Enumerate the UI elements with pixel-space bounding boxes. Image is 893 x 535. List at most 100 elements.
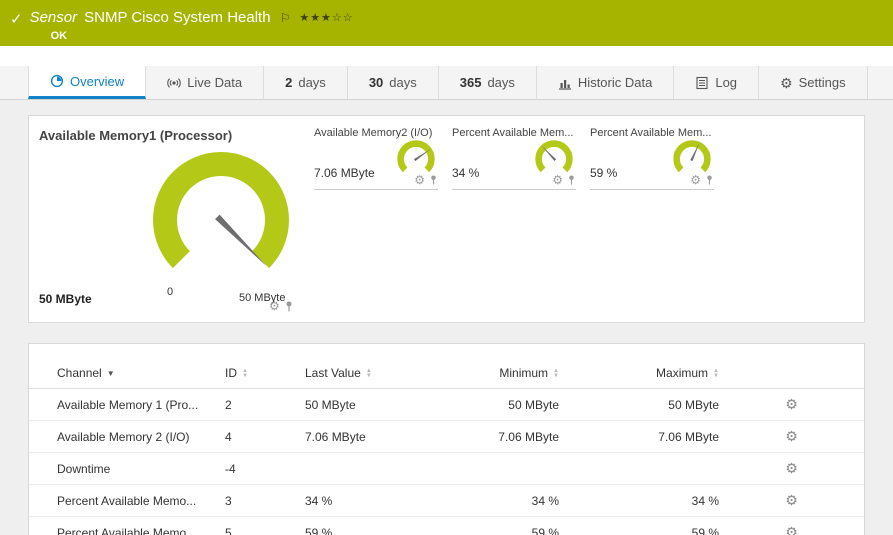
- object-type-label: Sensor: [30, 9, 78, 26]
- historic-data-icon: [558, 76, 572, 90]
- maximum-cell: 50 MByte: [559, 389, 719, 421]
- table-row[interactable]: Percent Available Memo... 5 59 % 59 % 59…: [29, 517, 864, 535]
- tab-label: Live Data: [187, 75, 242, 90]
- channel-settings-icon[interactable]: ⚙: [785, 396, 798, 412]
- small-gauge-block: Available Memory2 (I/O) 7.06 MByte ⚙: [314, 124, 438, 190]
- gauge-gear-icon[interactable]: ⚙: [414, 174, 425, 186]
- minimum-cell: 59 %: [409, 517, 559, 535]
- sensor-title: SNMP Cisco System Health: [84, 9, 270, 26]
- channels-panel: Channel▼ ID▲▼ Last Value▲▼ Minimum▲▼ Max…: [28, 343, 865, 535]
- sort-icon: ▲▼: [713, 369, 719, 379]
- column-header-id[interactable]: ID▲▼: [209, 344, 289, 389]
- header-gap: [0, 46, 893, 66]
- sort-icon: ▲▼: [553, 369, 559, 379]
- priority-stars[interactable]: ★★★☆☆: [299, 11, 353, 24]
- tab-number: 30: [369, 75, 383, 90]
- pin-icon[interactable]: [429, 174, 438, 186]
- minimum-cell: 34 %: [409, 485, 559, 517]
- id-cell: -4: [209, 453, 289, 485]
- tab-label: days: [389, 75, 416, 90]
- main-gauge-scale-min: 0: [167, 286, 173, 298]
- tab-365-days[interactable]: 365 days: [439, 66, 537, 99]
- id-cell: 2: [209, 389, 289, 421]
- channel-cell: Available Memory 2 (I/O): [29, 421, 209, 453]
- table-row[interactable]: Percent Available Memo... 3 34 % 34 % 34…: [29, 485, 864, 517]
- sensor-status-badge: OK: [51, 30, 354, 42]
- table-header-row: Channel▼ ID▲▼ Last Value▲▼ Minimum▲▼ Max…: [29, 344, 864, 389]
- flag-icon[interactable]: ⚐: [280, 11, 291, 25]
- log-icon: [695, 76, 709, 90]
- last-value-cell: 50 MByte: [289, 389, 409, 421]
- pin-icon[interactable]: [284, 300, 294, 313]
- minimum-cell: [409, 453, 559, 485]
- tab-overview[interactable]: Overview: [28, 66, 146, 99]
- channel-settings-icon[interactable]: ⚙: [785, 460, 798, 476]
- id-cell: 3: [209, 485, 289, 517]
- sort-desc-icon: ▼: [107, 369, 115, 378]
- gauge-gear-icon[interactable]: ⚙: [269, 300, 280, 312]
- tab-label: days: [298, 75, 325, 90]
- sort-icon: ▲▼: [366, 369, 372, 379]
- maximum-cell: 59 %: [559, 517, 719, 535]
- tab-label: days: [487, 75, 514, 90]
- tab-label: Log: [715, 75, 737, 90]
- id-cell: 5: [209, 517, 289, 535]
- tab-label: Overview: [70, 74, 124, 89]
- column-label: ID: [225, 366, 237, 380]
- overview-icon: [50, 74, 64, 88]
- id-cell: 4: [209, 421, 289, 453]
- gauge-gear-icon[interactable]: ⚙: [552, 174, 563, 186]
- column-label: Channel: [57, 366, 102, 380]
- small-gauges-row: Available Memory2 (I/O) 7.06 MByte ⚙ Per…: [314, 124, 714, 190]
- tab-30-days[interactable]: 30 days: [348, 66, 439, 99]
- maximum-cell: 34 %: [559, 485, 719, 517]
- channel-cell: Percent Available Memo...: [29, 485, 209, 517]
- column-header-channel[interactable]: Channel ▼: [29, 344, 209, 389]
- gauge-gear-icon[interactable]: ⚙: [690, 174, 701, 186]
- column-header-minimum[interactable]: Minimum ▲▼: [409, 344, 559, 389]
- small-gauge-value: 7.06 MByte: [314, 166, 375, 180]
- sensor-titles: Sensor SNMP Cisco System Health ⚐ ★★★☆☆ …: [30, 9, 354, 42]
- column-label: Last Value: [305, 366, 361, 380]
- last-value-cell: [289, 453, 409, 485]
- column-header-last-value[interactable]: Last Value ▲▼: [289, 344, 409, 389]
- table-row[interactable]: Available Memory 1 (Pro... 2 50 MByte 50…: [29, 389, 864, 421]
- tab-number: 365: [460, 75, 482, 90]
- channel-settings-icon[interactable]: ⚙: [785, 524, 798, 535]
- main-gauge: [141, 140, 301, 300]
- table-row[interactable]: Available Memory 2 (I/O) 4 7.06 MByte 7.…: [29, 421, 864, 453]
- channels-table: Channel▼ ID▲▼ Last Value▲▼ Minimum▲▼ Max…: [29, 344, 864, 535]
- tab-historic-data[interactable]: Historic Data: [537, 66, 674, 99]
- small-gauge-value: 34 %: [452, 166, 479, 180]
- tab-label: Settings: [799, 75, 846, 90]
- minimum-cell: 7.06 MByte: [409, 421, 559, 453]
- pin-icon[interactable]: [567, 174, 576, 186]
- last-value-cell: 34 %: [289, 485, 409, 517]
- sensor-overview-content: Available Memory1 (Processor) 50 MByte 0…: [0, 100, 893, 535]
- main-gauge-value: 50 MByte: [39, 292, 92, 306]
- small-gauge-value: 59 %: [590, 166, 617, 180]
- last-value-cell: 7.06 MByte: [289, 421, 409, 453]
- sensor-header: ✓ Sensor SNMP Cisco System Health ⚐ ★★★☆…: [0, 0, 893, 46]
- column-header-actions: [719, 344, 864, 389]
- channel-settings-icon[interactable]: ⚙: [785, 428, 798, 444]
- pin-icon[interactable]: [705, 174, 714, 186]
- settings-gear-icon: ⚙: [780, 76, 793, 90]
- tab-label: Historic Data: [578, 75, 652, 90]
- tab-2-days[interactable]: 2 days: [264, 66, 348, 99]
- tab-log[interactable]: Log: [674, 66, 759, 99]
- channel-cell: Percent Available Memo...: [29, 517, 209, 535]
- channel-settings-icon[interactable]: ⚙: [785, 492, 798, 508]
- tab-live-data[interactable]: Live Data: [146, 66, 264, 99]
- table-row[interactable]: Downtime -4 ⚙: [29, 453, 864, 485]
- last-value-cell: 59 %: [289, 517, 409, 535]
- small-gauge-block: Percent Available Mem... 34 % ⚙: [452, 124, 576, 190]
- tab-number: 2: [285, 75, 292, 90]
- tab-settings[interactable]: ⚙ Settings: [759, 66, 868, 99]
- maximum-cell: [559, 453, 719, 485]
- channel-cell: Available Memory 1 (Pro...: [29, 389, 209, 421]
- column-header-maximum[interactable]: Maximum▲▼: [559, 344, 719, 389]
- status-check-icon: ✓: [10, 10, 23, 28]
- small-gauge-block: Percent Available Mem... 59 % ⚙: [590, 124, 714, 190]
- column-label: Minimum: [499, 366, 548, 380]
